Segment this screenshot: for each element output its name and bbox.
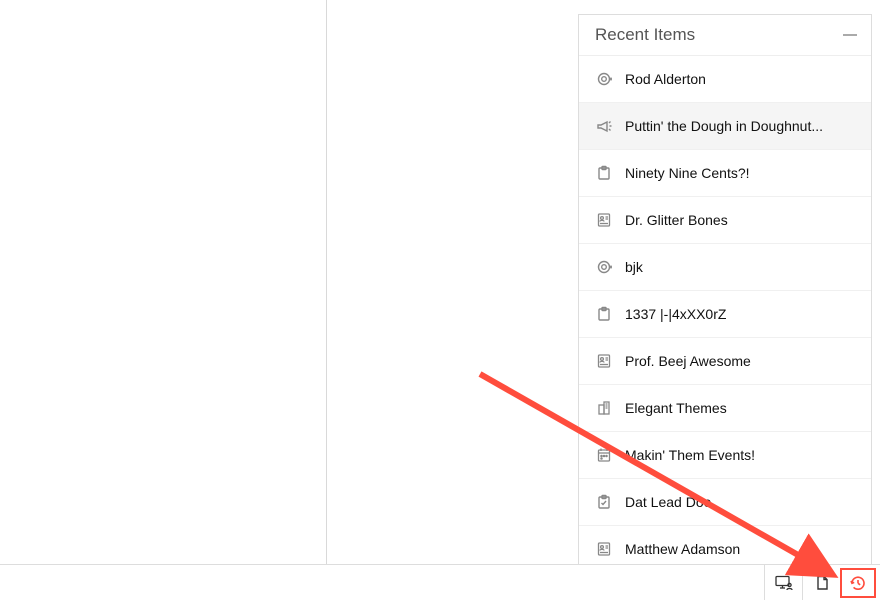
target-icon xyxy=(595,70,613,88)
id-card-icon xyxy=(595,352,613,370)
recent-items-button[interactable] xyxy=(840,568,876,598)
recent-item-label: Dr. Glitter Bones xyxy=(625,212,855,228)
checklist-icon xyxy=(595,493,613,511)
recent-item[interactable]: 1337 |-|4xXX0rZ xyxy=(579,291,871,338)
recent-item[interactable]: Rod Alderton xyxy=(579,56,871,103)
recent-items-title: Recent Items xyxy=(595,25,695,45)
recent-item[interactable]: Prof. Beej Awesome xyxy=(579,338,871,385)
recent-item[interactable]: Dr. Glitter Bones xyxy=(579,197,871,244)
document-button[interactable] xyxy=(802,565,840,600)
recent-item[interactable]: bjk xyxy=(579,244,871,291)
bottom-toolbar xyxy=(0,564,880,600)
recent-item-label: Prof. Beej Awesome xyxy=(625,353,855,369)
recent-item[interactable]: Puttin' the Dough in Doughnut... xyxy=(579,103,871,150)
recent-item-label: Ninety Nine Cents?! xyxy=(625,165,855,181)
clock-history-icon xyxy=(849,575,867,591)
recent-item-label: Puttin' the Dough in Doughnut... xyxy=(625,118,855,134)
recent-items-panel: Recent Items Rod Alderton Puttin' the Do… xyxy=(578,14,872,573)
megaphone-icon xyxy=(595,117,613,135)
monitor-user-icon xyxy=(775,575,793,591)
recent-item-label: Matthew Adamson xyxy=(625,541,855,557)
recent-item[interactable]: Ninety Nine Cents?! xyxy=(579,150,871,197)
recent-item[interactable]: Elegant Themes xyxy=(579,385,871,432)
recent-item[interactable]: Dat Lead Doe xyxy=(579,479,871,526)
recent-item-label: Dat Lead Doe xyxy=(625,494,855,510)
recent-item[interactable]: Makin' Them Events! xyxy=(579,432,871,479)
recent-item-label: Elegant Themes xyxy=(625,400,855,416)
building-icon xyxy=(595,399,613,417)
collapse-icon[interactable] xyxy=(843,34,857,36)
recent-item-label: Rod Alderton xyxy=(625,71,855,87)
vertical-divider xyxy=(326,0,327,570)
id-card-icon xyxy=(595,211,613,229)
id-card-icon xyxy=(595,540,613,558)
recent-item-label: bjk xyxy=(625,259,855,275)
note-icon xyxy=(595,164,613,182)
screen-share-button[interactable] xyxy=(764,565,802,600)
calendar-icon xyxy=(595,446,613,464)
recent-items-header[interactable]: Recent Items xyxy=(579,15,871,56)
recent-item-label: Makin' Them Events! xyxy=(625,447,855,463)
target-icon xyxy=(595,258,613,276)
note-icon xyxy=(595,305,613,323)
recent-item-label: 1337 |-|4xXX0rZ xyxy=(625,306,855,322)
document-icon xyxy=(815,575,829,591)
